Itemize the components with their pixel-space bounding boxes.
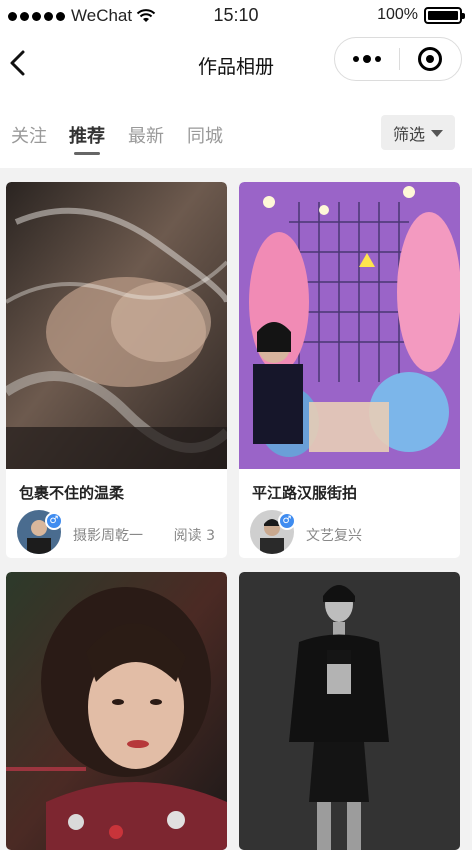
filter-button[interactable]: 筛选 — [381, 115, 455, 150]
tab-latest[interactable]: 最新 — [128, 122, 164, 148]
battery-icon — [424, 6, 465, 24]
filter-label: 筛选 — [392, 124, 425, 144]
album-card[interactable] — [239, 572, 460, 850]
album-title: 包裹不住的温柔 — [19, 484, 125, 502]
category-tabs: 关注 推荐 最新 同城 筛选 — [0, 94, 472, 168]
mini-program-capsule — [334, 37, 462, 81]
male-gender-icon: ♂ — [45, 512, 63, 530]
cover-photo-pink-panther — [239, 182, 460, 469]
active-tab-indicator — [74, 152, 100, 155]
cover-photo-portrait-woman — [6, 572, 227, 850]
album-card[interactable] — [6, 572, 227, 850]
caret-down-icon — [431, 130, 443, 137]
close-mini-program-button[interactable] — [399, 38, 461, 80]
author-name[interactable]: 文艺复兴 — [306, 525, 362, 545]
status-bar: WeChat 15:10 100% — [0, 0, 472, 34]
tab-local[interactable]: 同城 — [187, 122, 223, 148]
cover-photo-black-outfit — [239, 572, 460, 850]
tab-follow[interactable]: 关注 — [11, 122, 47, 148]
author-name[interactable]: 摄影周乾一 — [73, 525, 143, 545]
tab-recommended[interactable]: 推荐 — [69, 122, 105, 148]
battery-status: 100% — [377, 6, 465, 24]
more-options-icon[interactable] — [335, 38, 399, 80]
album-title: 平江路汉服街拍 — [252, 484, 358, 502]
album-cover-image[interactable] — [6, 182, 227, 469]
navigation-bar: 作品相册 — [0, 34, 472, 94]
battery-percent: 100% — [377, 6, 418, 23]
target-close-icon — [418, 47, 443, 71]
album-cover-image[interactable] — [239, 182, 460, 469]
cover-photo-plastic-wrap — [6, 182, 227, 469]
album-cover-image[interactable] — [239, 572, 460, 850]
male-gender-icon: ♂ — [278, 512, 296, 530]
read-count: 阅读 3 — [173, 528, 215, 544]
album-card[interactable]: 平江路汉服街拍 ♂ 文艺复兴 — [239, 182, 460, 558]
album-card[interactable]: 包裹不住的温柔 ♂ 摄影周乾一 阅读 3 — [6, 182, 227, 558]
album-cover-image[interactable] — [6, 572, 227, 850]
